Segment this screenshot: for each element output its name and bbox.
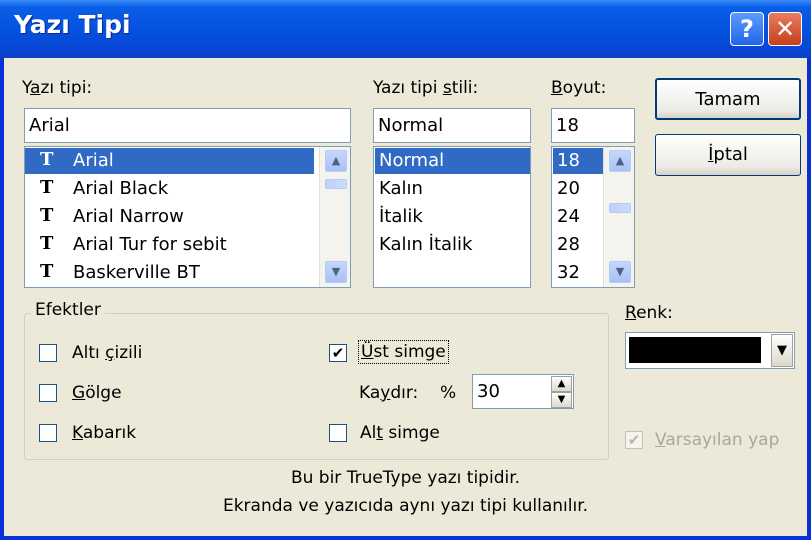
offset-percent: % <box>440 383 457 403</box>
default-label: Varsayılan yap <box>655 430 780 450</box>
superscript-checkbox[interactable]: ✔ <box>329 344 347 362</box>
scroll-thumb[interactable] <box>325 179 347 189</box>
truetype-icon: T <box>40 233 54 254</box>
offset-value: 30 <box>477 381 500 402</box>
color-swatch <box>629 337 761 363</box>
font-list-scrollbar[interactable]: ▲ ▼ <box>319 147 350 287</box>
font-list-item[interactable]: T Arial Black <box>25 176 314 202</box>
style-list[interactable]: Normal Kalın İtalik Kalın İtalik <box>373 146 531 288</box>
color-label: Renk: <box>625 303 673 323</box>
style-list-item[interactable]: Normal <box>375 148 530 174</box>
truetype-icon: T <box>40 177 54 198</box>
truetype-icon: T <box>40 261 54 282</box>
spin-up-icon[interactable]: ▲ <box>551 376 572 392</box>
close-icon[interactable]: ✕ <box>768 12 802 46</box>
size-list-item[interactable]: 32 <box>553 260 580 286</box>
scroll-thumb[interactable] <box>609 203 631 213</box>
size-list-item[interactable]: 18 <box>553 148 603 174</box>
emboss-checkbox[interactable] <box>39 424 57 442</box>
style-input[interactable]: Normal <box>373 108 531 143</box>
scroll-down-icon[interactable]: ▼ <box>609 261 631 283</box>
size-list-item[interactable]: 24 <box>553 204 580 230</box>
color-dropdown[interactable]: ▼ <box>625 332 795 369</box>
shadow-checkbox[interactable] <box>39 384 57 402</box>
style-list-item[interactable]: İtalik <box>375 204 423 230</box>
font-description-line2: Ekranda ve yazıcıda aynı yazı tipi kulla… <box>222 496 589 516</box>
size-input[interactable]: 18 <box>551 108 635 143</box>
font-list-item[interactable]: T Arial Tur for sebit <box>25 232 314 258</box>
size-list-item[interactable]: 20 <box>553 176 580 202</box>
subscript-label: Alt simge <box>360 423 440 443</box>
cancel-button[interactable]: İptal <box>655 134 801 176</box>
ok-button[interactable]: Tamam <box>655 78 801 120</box>
size-list-scrollbar[interactable]: ▲ ▼ <box>603 147 634 287</box>
font-list-item[interactable]: T Arial Narrow <box>25 204 314 230</box>
chevron-down-icon[interactable]: ▼ <box>771 334 793 367</box>
window-title: Yazı Tipi <box>14 10 131 39</box>
font-list-item[interactable]: T Baskerville BT <box>25 260 314 286</box>
style-list-item[interactable]: Kalın İtalik <box>375 232 472 258</box>
size-label: Boyut: <box>551 78 607 98</box>
scroll-up-icon[interactable]: ▲ <box>609 150 631 172</box>
font-name-input[interactable]: Arial <box>24 108 351 143</box>
truetype-icon: T <box>40 149 54 170</box>
font-dialog: Yazı Tipi ? ✕ Yazı tipi: Arial T Arial TA… <box>0 0 811 540</box>
size-list[interactable]: 18 20 24 28 32 ▲ ▼ <box>551 146 635 288</box>
help-icon[interactable]: ? <box>730 12 764 46</box>
scroll-down-icon[interactable]: ▼ <box>325 261 347 283</box>
font-list[interactable]: T Arial T Arial Black T Arial Narrow T Arial… <box>24 146 351 288</box>
spin-down-icon[interactable]: ▼ <box>551 392 572 408</box>
title-bar[interactable]: Yazı Tipi ? ✕ <box>0 0 811 58</box>
offset-label: Kaydır: <box>359 383 419 403</box>
dialog-body: Yazı tipi: Arial T Arial T Arial Black T Ar… <box>4 58 807 536</box>
default-checkbox[interactable]: ✔ <box>625 431 643 449</box>
effects-legend: Efektler <box>31 300 105 320</box>
size-list-item[interactable]: 28 <box>553 232 580 258</box>
superscript-label: Üst simge <box>358 340 449 364</box>
offset-spinner[interactable]: 30 ▲ ▼ <box>472 374 574 409</box>
font-description-line1: Bu bir TrueType yazı tipidir. <box>290 468 521 488</box>
shadow-label: Gölge <box>72 383 122 403</box>
truetype-icon: T <box>40 205 54 226</box>
underline-label: Altı çizili <box>72 343 143 363</box>
font-list-item[interactable]: T Arial <box>25 148 314 174</box>
scroll-up-icon[interactable]: ▲ <box>325 150 347 172</box>
font-label: Yazı tipi: <box>22 78 93 98</box>
style-list-item[interactable]: Kalın <box>375 176 423 202</box>
emboss-label: Kabarık <box>72 423 137 443</box>
underline-checkbox[interactable] <box>39 344 57 362</box>
subscript-checkbox[interactable] <box>329 424 347 442</box>
style-label: Yazı tipi stili: <box>373 78 479 98</box>
